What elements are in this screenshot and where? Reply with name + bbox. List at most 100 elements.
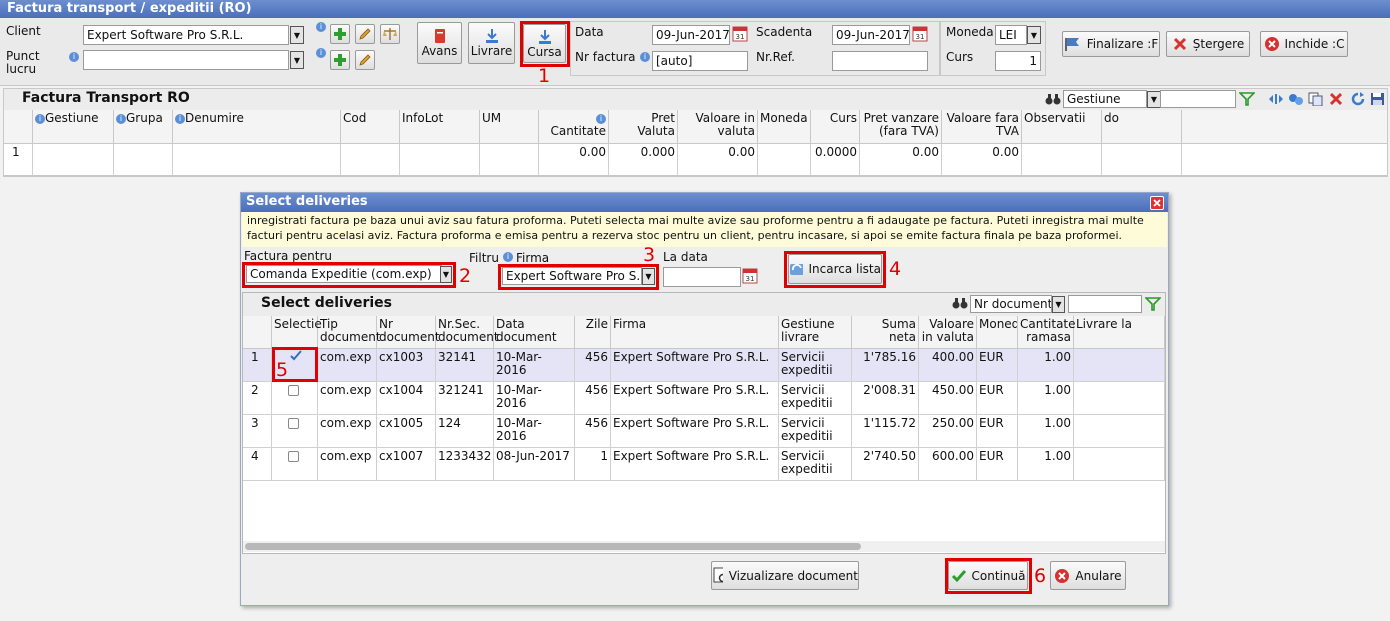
svg-text:31: 31 [916,33,925,41]
column-header[interactable]: Firma [611,316,779,348]
avans-button[interactable]: Avans [417,22,462,64]
deliveries-search-input[interactable] [1068,295,1142,313]
nrref-field[interactable] [832,51,928,71]
binoculars-icon[interactable] [1045,92,1061,106]
column-header[interactable]: Cantitate ramasa [1018,316,1076,348]
horizontal-scrollbar[interactable] [243,541,1165,552]
column-header[interactable]: i Cantitate [539,110,609,143]
column-header[interactable]: i Gestiune [33,110,114,143]
finalizare-button[interactable]: Finalizare :F [1062,31,1160,57]
main-grid-header: i Gestiune i Grupa i Denumire Cod InfoLot U… [4,110,1387,144]
highlight-box-2 [242,262,456,288]
column-header[interactable]: Valoare in valuta [678,110,758,143]
table-row[interactable]: 1 0.00 0.000 0.00 0.0000 0.00 0.00 [4,144,1387,176]
main-grid-search-arrow[interactable]: ▼ [1147,91,1161,108]
column-header[interactable]: Pret vanzare (fara TVA) [860,110,942,143]
edit-punct-button[interactable] [355,50,375,70]
column-header[interactable]: Moneda [758,110,811,143]
column-header[interactable]: Tip document [318,316,381,348]
filtru-label: Filtru [469,251,499,265]
column-header[interactable]: Livrare la [1074,316,1165,348]
client-dropdown-arrow[interactable]: ▼ [290,26,304,44]
main-grid-search-input[interactable] [1160,90,1236,108]
scale-icon [383,28,397,40]
curs-label: Curs [946,50,974,64]
row-checkbox[interactable] [288,418,299,429]
flag-icon [1065,38,1079,51]
moneda-dropdown-arrow[interactable]: ▼ [1027,26,1041,44]
delete-x-icon[interactable] [1328,92,1344,106]
stergere-button[interactable]: Ștergere [1166,31,1250,57]
info-icon: i [596,113,606,124]
nrfactura-field[interactable]: [auto] [652,51,748,71]
edit-client-button[interactable] [355,24,375,44]
balance-button[interactable] [380,24,400,44]
curs-field[interactable]: 1 [995,51,1041,71]
punct-dropdown-arrow[interactable]: ▼ [290,51,304,69]
column-header[interactable]: Cod [341,110,400,143]
data-field[interactable]: 09-Jun-2017 [652,25,730,45]
resize-columns-icon[interactable] [1268,92,1284,106]
column-header[interactable]: Valoare in valuta [919,316,977,348]
calendar-icon[interactable]: 31 [732,25,748,43]
table-row[interactable]: 3 com.exp cx1005 124 10-Mar-2016 456 Exp… [243,415,1165,448]
copy-icon[interactable] [1308,92,1324,106]
highlight-box-6 [945,558,1032,594]
moneda-field[interactable]: LEI [995,25,1027,45]
filter-icon[interactable] [1145,297,1161,311]
calendar-icon[interactable]: 31 [742,267,758,285]
filter-icon[interactable] [1239,92,1255,106]
column-header[interactable]: Observatii [1022,110,1102,143]
column-header[interactable]: do [1102,110,1182,143]
main-grid-search-field[interactable]: Gestiune [1063,90,1147,108]
column-header[interactable]: Zile [575,316,611,348]
info-icon: i [503,252,513,262]
refresh-icon[interactable] [1350,92,1366,106]
column-header[interactable]: Pret Valuta [609,110,678,143]
column-header[interactable]: Data document [494,316,575,348]
client-field[interactable]: Expert Software Pro S.R.L. [83,25,289,45]
anulare-button[interactable]: Anulare [1050,561,1126,590]
document-preview-icon [713,567,723,582]
binoculars-icon[interactable] [952,296,968,310]
la-data-field[interactable] [663,267,741,287]
annotation-2: 2 [459,265,472,287]
column-header[interactable]: i Grupa [114,110,173,143]
pencil-icon [359,54,371,66]
column-header[interactable]: Curs [811,110,860,143]
livrare-button[interactable]: Livrare [468,22,515,64]
client-label: Client [6,24,41,38]
column-header[interactable]: Nr.Sec. document [436,316,499,348]
table-row[interactable]: 4 com.exp cx1007 1233432 08-Jun-2017 1 E… [243,448,1165,481]
inchide-button[interactable]: Inchide :C [1260,31,1348,57]
info-icon: i [316,22,326,32]
column-header[interactable]: InfoLot [400,110,480,143]
add-punct-button[interactable] [330,50,350,70]
scrollbar-thumb[interactable] [245,543,861,550]
scadenta-field[interactable]: 09-Jun-2017 [832,25,910,45]
row-checkbox[interactable] [288,451,299,462]
vizualizare-document-button[interactable]: Vizualizare document [711,561,859,590]
column-header[interactable]: Moneda [977,316,1018,348]
save-icon[interactable] [1370,92,1386,106]
row-checkbox[interactable] [288,385,299,396]
column-header[interactable]: Nr document [377,316,440,348]
calendar-icon[interactable]: 31 [912,25,928,43]
column-header[interactable]: UM [480,110,539,143]
column-header[interactable]: i Denumire [173,110,341,143]
column-header[interactable]: Suma neta [852,316,919,348]
dialog-close-button[interactable] [1150,196,1164,210]
close-circle-icon [1264,37,1279,51]
column-header[interactable]: Valoare fara TVA [942,110,1022,143]
punct-lucru-field[interactable] [83,50,289,70]
column-header[interactable]: Selectie [272,316,322,348]
document-red-icon [434,29,445,43]
deliveries-search-arrow[interactable]: ▼ [1052,296,1065,313]
deliveries-search-field[interactable]: Nr document [970,295,1052,313]
table-row[interactable]: 2 com.exp cx1004 321241 10-Mar-2016 456 … [243,382,1165,415]
column-header[interactable]: Gestiune livrare [779,316,852,348]
add-client-button[interactable] [330,24,350,44]
annotation-4: 4 [889,258,902,280]
group-icon[interactable] [1288,92,1304,106]
table-row[interactable]: 1 com.exp cx1003 32141 10-Mar-2016 456 E… [243,349,1165,382]
